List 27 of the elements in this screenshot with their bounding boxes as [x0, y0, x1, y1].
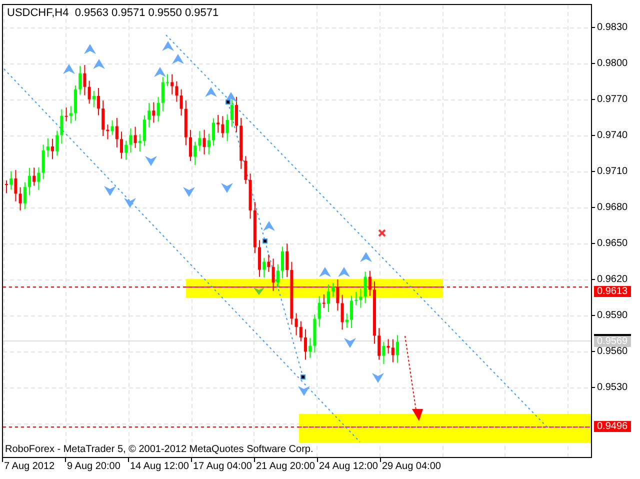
- cross-marker: [378, 229, 386, 237]
- price-axis-label: 0.9620: [592, 274, 640, 285]
- price-axis-label: 0.9740: [592, 130, 640, 141]
- time-axis-label: 14 Aug 12:00: [129, 460, 190, 474]
- price-axis-label: 0.9560: [592, 346, 640, 357]
- price-axis-label: 0.9530: [592, 382, 640, 393]
- time-axis-label: 29 Aug 04:00: [381, 460, 442, 474]
- point-marker: [226, 100, 230, 104]
- time-axis-label: 9 Aug 20:00: [66, 460, 122, 474]
- price-axis-label: 0.9800: [592, 58, 640, 69]
- price-marker: 0.9496: [594, 421, 631, 432]
- price-axis-label: 0.9650: [592, 238, 640, 249]
- fractal-marker: [253, 287, 265, 295]
- price-axis-label: 0.9710: [592, 166, 640, 177]
- price-axis-label: 0.9680: [592, 202, 640, 213]
- time-axis-label: 7 Aug 2012: [3, 460, 56, 474]
- point-marker: [262, 238, 268, 244]
- point-marker: [300, 374, 306, 380]
- price-axis-label: 0.9830: [592, 22, 640, 33]
- time-axis-label: 17 Aug 04:00: [192, 460, 253, 474]
- price-axis-label: 0.9770: [592, 94, 640, 105]
- price-axis-label: 0.9590: [592, 310, 640, 321]
- price-marker: 0.9613: [594, 286, 631, 297]
- symbol-quote-header: USDCHF,H4 0.9563 0.9571 0.9550 0.9571: [7, 7, 219, 19]
- time-axis-label: 21 Aug 20:00: [255, 460, 316, 474]
- time-axis-label: 24 Aug 12:00: [318, 460, 379, 474]
- copyright-text: RoboForex - MetaTrader 5, © 2001-2012 MetaQuotes Software Corp.: [5, 444, 314, 455]
